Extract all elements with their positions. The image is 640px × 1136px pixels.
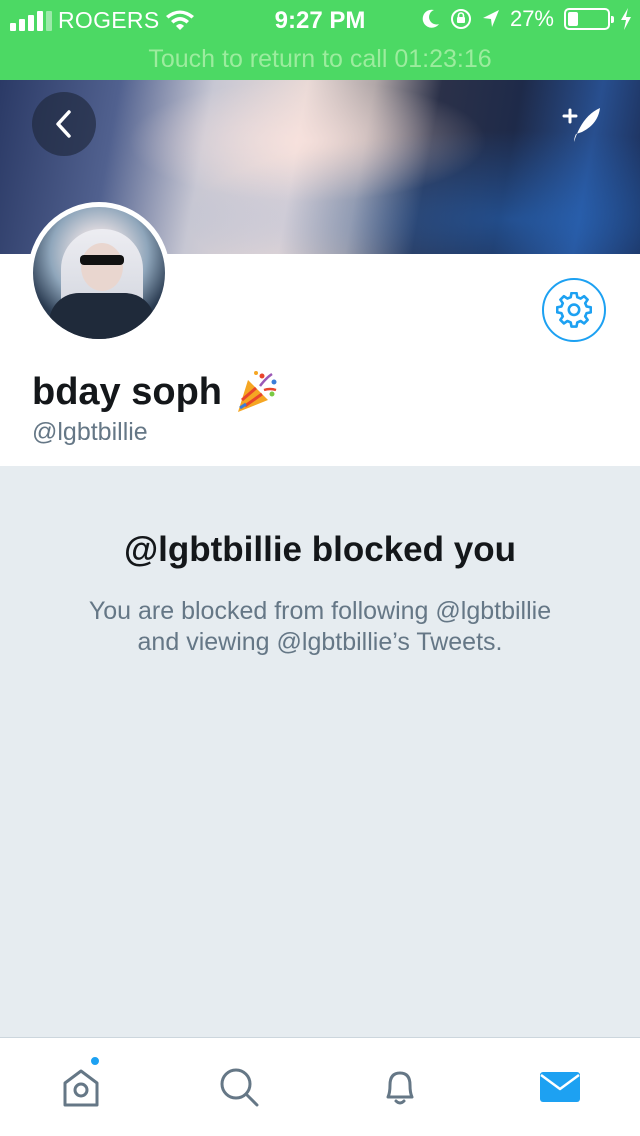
status-right: 27% — [422, 6, 632, 32]
avatar-glasses — [80, 255, 124, 265]
avatar[interactable] — [28, 202, 170, 344]
home-icon — [63, 1069, 99, 1107]
return-to-call-banner[interactable]: Touch to return to call 01:23:16 — [0, 40, 640, 80]
rotation-lock-icon — [450, 9, 471, 29]
avatar-face — [81, 243, 123, 291]
blocked-description: You are blocked from following @lgbtbill… — [40, 596, 600, 658]
profile-handle: @lgbtbillie — [32, 418, 148, 446]
mail-icon — [540, 1072, 580, 1102]
charging-icon — [621, 8, 631, 30]
blocked-title: @lgbtbillie blocked you — [124, 530, 516, 569]
battery-percent: 27% — [509, 6, 554, 31]
blocked-description-line-1: You are blocked from following @lgbtbill… — [88, 597, 552, 625]
tab-home[interactable] — [56, 1062, 106, 1112]
profile-settings-button[interactable] — [542, 278, 606, 342]
tab-messages[interactable] — [535, 1062, 585, 1112]
chevron-left-icon — [56, 110, 71, 138]
search-icon — [220, 1068, 259, 1107]
status-bar: ROGERS 9:27 PM 27% — [0, 0, 640, 40]
tab-search[interactable] — [214, 1062, 264, 1112]
compose-tweet-icon[interactable] — [560, 102, 604, 146]
display-name-row: bday soph — [32, 368, 280, 416]
blocked-description-line-2: and viewing @lgbtbillie’s Tweets. — [137, 628, 503, 656]
display-name: bday soph — [32, 370, 223, 413]
battery-fill — [568, 12, 579, 26]
gear-icon — [556, 292, 592, 328]
avatar-shirt — [49, 293, 155, 339]
tab-notifications[interactable] — [375, 1062, 425, 1112]
battery-icon — [564, 8, 614, 30]
back-button[interactable] — [32, 92, 96, 156]
tab-bar — [0, 1037, 640, 1136]
bell-icon — [386, 1071, 414, 1105]
moon-icon — [422, 9, 439, 28]
location-icon — [482, 10, 499, 27]
party-popper-icon — [238, 371, 277, 412]
home-notification-dot — [89, 1055, 101, 1067]
